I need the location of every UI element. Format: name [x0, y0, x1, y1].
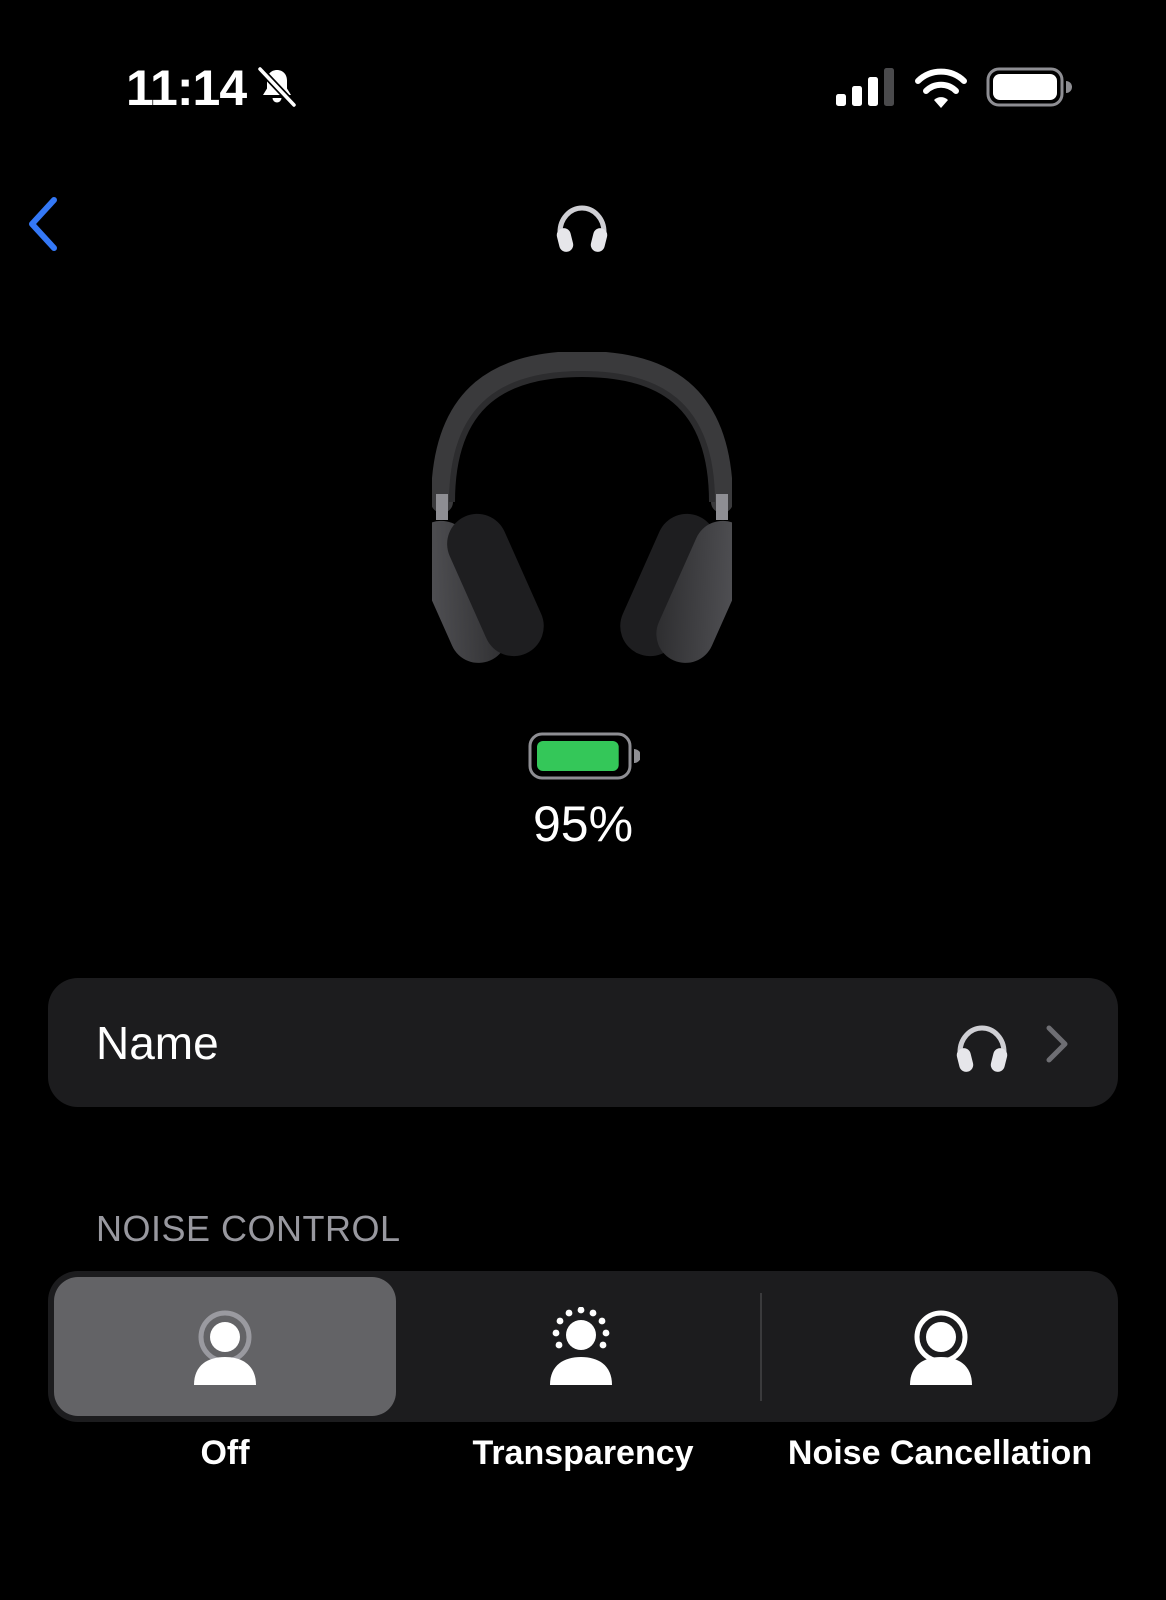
- section-title-noise-control: NOISE CONTROL: [96, 1208, 401, 1249]
- status-time: 11:14: [126, 60, 247, 116]
- battery-percent: 95%: [532, 796, 634, 852]
- noise-option-label-transparency[interactable]: Transparency: [403, 1432, 763, 1475]
- airpods-max-image: [432, 352, 732, 663]
- device-battery-icon: [528, 732, 640, 780]
- noise-option-noise-cancellation[interactable]: [770, 1277, 1112, 1416]
- name-row[interactable]: Name: [48, 978, 1118, 1107]
- battery-icon: [986, 67, 1072, 107]
- headphones-icon: [556, 205, 608, 252]
- cellular-signal-icon: [836, 68, 894, 106]
- wifi-icon: [915, 68, 967, 108]
- headphones-icon: [956, 1025, 1008, 1072]
- back-button[interactable]: [24, 194, 64, 254]
- bell-slash-icon: [257, 66, 297, 108]
- person-transparency-icon: [550, 1307, 612, 1385]
- noise-cancellation-label-text: Noise Cancellation: [787, 1434, 1093, 1472]
- noise-control-segmented: [48, 1271, 1118, 1422]
- noise-option-label-noise-cancellation[interactable]: Noise Cancellation: [760, 1432, 1120, 1475]
- segment-divider: [760, 1293, 762, 1401]
- chevron-right-icon: [1046, 1025, 1068, 1063]
- person-noise-cancellation-icon: [910, 1310, 972, 1385]
- noise-option-transparency[interactable]: [410, 1277, 752, 1416]
- noise-option-label-off[interactable]: Off: [45, 1432, 405, 1475]
- noise-option-off[interactable]: [54, 1277, 396, 1416]
- name-label: Name: [96, 1017, 219, 1069]
- person-off-icon: [194, 1310, 256, 1385]
